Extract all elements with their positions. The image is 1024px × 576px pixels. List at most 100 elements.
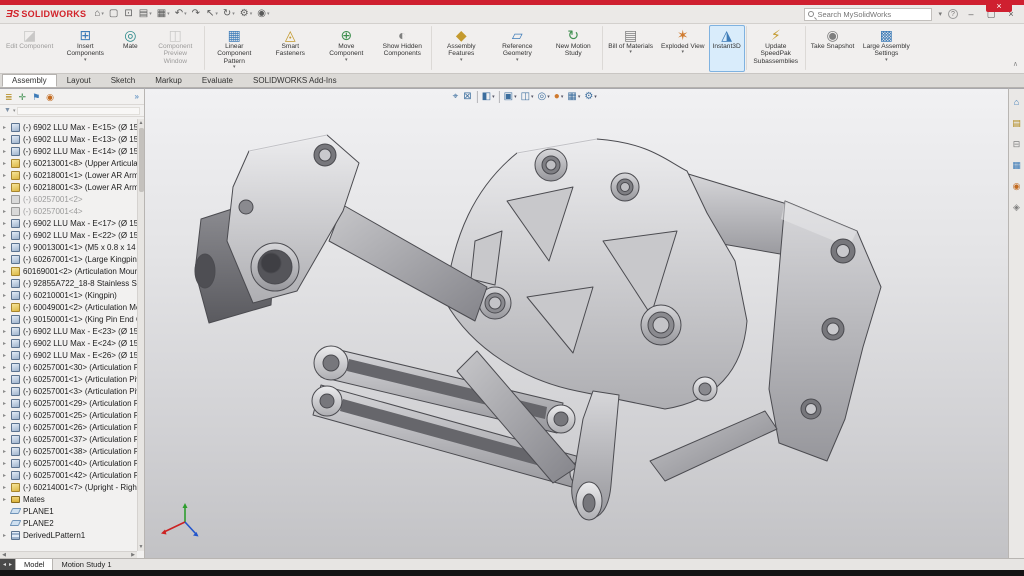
task-pane-icon[interactable]: ▤ (1012, 118, 1021, 128)
scroll-tabs-left-icon[interactable]: ◂ (3, 561, 6, 568)
tree-item[interactable]: ▸ (-) 92855A722_18-8 Stainless Steel Lo (0, 277, 137, 289)
ribbon-button[interactable]: ↻ New Motion Study (545, 25, 601, 72)
menubar-icon-button[interactable]: ◉ ▾ (257, 9, 269, 19)
assembly-model[interactable] (145, 89, 1008, 559)
task-pane-icon[interactable]: ▦ (1012, 160, 1021, 170)
scroll-tabs-right-icon[interactable]: ▸ (9, 561, 12, 568)
panel-tab-icon[interactable]: ◉ (46, 90, 54, 104)
tree-item[interactable]: ▸ (-) 6902 LLU Max - E<15> (Ø 15 x Ø 2 (0, 121, 137, 133)
menubar-icon-button[interactable]: ↷ (192, 9, 201, 19)
ribbon-button[interactable]: ⚡ Update SpeedPak Subassemblies (748, 25, 804, 72)
view-tab[interactable]: Motion Study 1 (53, 559, 119, 570)
panel-tab-icon[interactable]: » (135, 90, 139, 104)
menubar-icon-button[interactable]: ⊡ (124, 9, 133, 19)
tree-vertical-scrollbar[interactable]: ▲ ▼ (137, 119, 144, 551)
tree-item[interactable]: ▸ (-) 6902 LLU Max - E<22> (Ø 15 x Ø 2 (0, 229, 137, 241)
command-tab[interactable]: SOLIDWORKS Add-Ins (243, 74, 347, 87)
menubar-icon-button[interactable]: ⚙ ▾ (240, 9, 252, 19)
ribbon-button[interactable]: ▩ Large Assembly Settings ▾ (858, 25, 914, 72)
ribbon-button[interactable] (602, 26, 604, 70)
tree-item[interactable]: ▸ (-) 60257001<2> (0, 193, 137, 205)
ribbon-button[interactable] (431, 26, 433, 70)
tree-item[interactable]: ▸ 60169001<2> (Articulation Mount - F (0, 265, 137, 277)
tree-item[interactable]: ▸ (-) 60257001<38> (Articulation Pivot) (0, 445, 137, 457)
menubar-icon-button[interactable]: ↶ ▾ (175, 9, 187, 19)
search-dropdown-icon[interactable]: ▾ (938, 10, 942, 18)
headsup-button[interactable]: ⚙ ▾ (584, 91, 596, 103)
tab-scroll-buttons[interactable]: ◂ ▸ (0, 559, 16, 570)
tree-item[interactable]: ▸ (-) 60213001<8> (Upper Articulation (0, 157, 137, 169)
ribbon-button[interactable]: ◎ Mate (113, 25, 147, 72)
tree-item[interactable]: ▸ (-) 60257001<29> (Articulation Pivot) (0, 397, 137, 409)
tree-item[interactable]: ▸ (-) 6902 LLU Max - E<23> (Ø 15 x Ø 2 (0, 325, 137, 337)
graphics-area[interactable]: ⌖ ⊠ ◧ ▾ ▣ ▾ ◫ ▾ ◎ ▾ ● ▾ ▦ ▾ ⚙ ▾ (145, 88, 1008, 558)
tree-item[interactable]: ▸ (-) 60257001<4> (0, 205, 137, 217)
ribbon-button[interactable]: ◪ Edit Component (2, 25, 57, 72)
scroll-up-icon[interactable]: ▲ (138, 119, 144, 127)
task-pane-icon[interactable]: ◉ (1013, 181, 1021, 191)
ribbon-button[interactable]: ◮ Instant3D (708, 25, 745, 72)
task-pane-icon[interactable]: ⊟ (1013, 139, 1021, 149)
tree-item[interactable]: ▸ Mates (0, 493, 137, 505)
tree-item[interactable]: ▸ (-) 60218001<1> (Lower AR Arm Link (0, 169, 137, 181)
filter-input[interactable] (17, 106, 140, 115)
tree-item[interactable]: ▸ (-) 60267001<1> (Large Kingpin Spac (0, 253, 137, 265)
menubar-icon-button[interactable]: ▤ ▾ (139, 9, 152, 19)
tree-item[interactable]: ▸ (-) 90013001<1> (M5 x 0.8 x 14 FHCS (0, 241, 137, 253)
ribbon-button[interactable]: ◬ Smart Fasteners (262, 25, 318, 72)
tree-item[interactable]: ▸ (-) 90150001<1> (King Pin End Cap) (0, 313, 137, 325)
menubar-icon-button[interactable]: ⌂ ▾ (94, 9, 104, 19)
tree-item[interactable]: ▸ (-) 60257001<30> (Articulation Pivot) (0, 361, 137, 373)
menubar-icon-button[interactable]: ↖ ▾ (206, 9, 218, 19)
tree-item[interactable]: ▸ (-) 60257001<25> (Articulation Pivot) (0, 409, 137, 421)
scrollbar-thumb[interactable] (139, 128, 144, 192)
menubar-icon-button[interactable]: ▢ (109, 9, 119, 19)
headsup-button[interactable]: ⊠ (463, 91, 472, 103)
tree-item[interactable]: ▸ (-) 60257001<26> (Articulation Pivot) (0, 421, 137, 433)
ribbon-button[interactable]: ◫ Component Preview Window (147, 25, 203, 72)
headsup-button[interactable]: ● ▾ (554, 91, 564, 103)
task-pane-icon[interactable]: ⌂ (1014, 97, 1019, 107)
tree-item[interactable]: ▸ (-) 6902 LLU Max - E<24> (Ø 15 x Ø 2 (0, 337, 137, 349)
tree-item[interactable]: ▸ (-) 60218001<3> (Lower AR Arm Link (0, 181, 137, 193)
ribbon-button[interactable] (804, 26, 806, 70)
help-button[interactable]: ? (948, 9, 958, 19)
headsup-button[interactable]: ⌖ (453, 91, 460, 103)
tree-item[interactable]: ▸ (-) 6902 LLU Max - E<26> (Ø 15 x Ø 2 (0, 349, 137, 361)
banner-close-button[interactable]: × (986, 0, 1012, 12)
ribbon-button[interactable]: ◆ Assembly Features ▾ (433, 25, 489, 72)
tree-item[interactable]: ▸ (-) 60257001<1> (Articulation Pivot) (0, 373, 137, 385)
ribbon-button[interactable] (204, 26, 206, 70)
command-tab[interactable]: Layout (57, 74, 101, 87)
command-tab[interactable]: Sketch (101, 74, 145, 87)
headsup-button[interactable]: ▣ ▾ (504, 91, 517, 103)
menubar-icon-button[interactable]: ▦ ▾ (157, 9, 170, 19)
tree-item[interactable]: ▸ (-) 6902 LLU Max - E<17> (Ø 15 x Ø 2 (0, 217, 137, 229)
ribbon-button[interactable]: ⊕ Move Component ▾ (318, 25, 374, 72)
view-tab[interactable]: Model (15, 559, 54, 570)
ribbon-button[interactable]: ✶ Exploded View ▾ (657, 25, 709, 72)
headsup-button[interactable]: ◧ ▾ (482, 91, 495, 103)
tree-item[interactable]: ▸ DerivedLPattern1 (0, 529, 137, 541)
command-tab[interactable]: Markup (145, 74, 192, 87)
ribbon-button[interactable]: ◉ Take Snapshot (807, 25, 859, 72)
headsup-button[interactable]: ▦ ▾ (567, 91, 580, 103)
headsup-button[interactable]: ◎ ▾ (538, 91, 550, 103)
minimize-button[interactable]: – (964, 9, 978, 19)
scroll-down-icon[interactable]: ▼ (138, 543, 144, 551)
tree-item[interactable]: ▸ (-) 6902 LLU Max - E<13> (Ø 15 x Ø 2 (0, 133, 137, 145)
headsup-button[interactable]: ◫ ▾ (521, 91, 534, 103)
command-tab[interactable]: Assembly (2, 74, 57, 87)
tree-item[interactable]: ▸ (-) 60257001<42> (Articulation Pivot) (0, 469, 137, 481)
ribbon-button[interactable]: ▤ Bill of Materials ▾ (604, 25, 657, 72)
ribbon-button[interactable]: ◐ Show Hidden Components (374, 25, 430, 72)
tree-item[interactable]: ▸ (-) 60214001<7> (Upright - Right - RX (0, 481, 137, 493)
ribbon-button[interactable]: ⊞ Insert Components ▾ (57, 25, 113, 72)
ribbon-button[interactable]: ▦ Linear Component Pattern ▾ (206, 25, 262, 72)
tree-item[interactable]: ▸ (-) 6902 LLU Max - E<14> (Ø 15 x Ø 2 (0, 145, 137, 157)
search-input[interactable] (817, 9, 929, 19)
task-pane-icon[interactable]: ◈ (1013, 202, 1020, 212)
tree-item[interactable]: ▸ (-) 60257001<37> (Articulation Pivot) (0, 433, 137, 445)
panel-tab-icon[interactable]: ≣ (5, 90, 13, 104)
headsup-button[interactable] (498, 91, 500, 103)
